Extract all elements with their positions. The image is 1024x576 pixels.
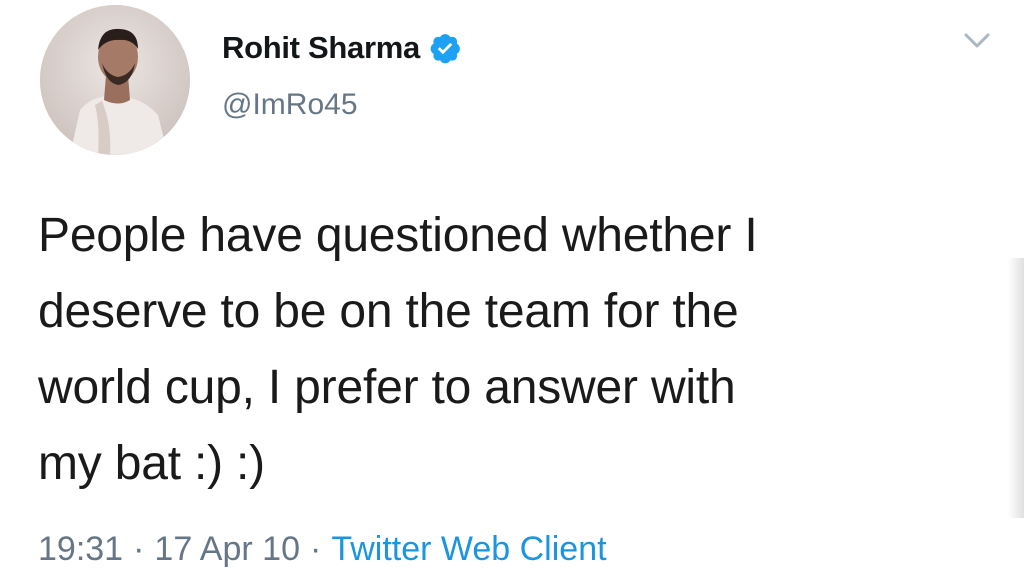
tweet-date[interactable]: 17 Apr 10	[154, 530, 300, 569]
meta-separator: ·	[133, 530, 145, 568]
verified-badge-icon	[428, 31, 462, 65]
tweet-time[interactable]: 19:31	[38, 530, 123, 569]
meta-separator: ·	[309, 530, 322, 568]
tweet-text-line: People have questioned whether I	[38, 209, 758, 262]
user-handle[interactable]: @ImRo45	[222, 88, 358, 122]
author-name-row[interactable]: Rohit Sharma	[222, 26, 462, 70]
avatar[interactable]	[40, 5, 190, 155]
chevron-down-icon[interactable]	[962, 30, 992, 52]
edge-shadow	[1008, 258, 1024, 518]
tweet-text-line: deserve to be on the team for the	[38, 285, 739, 338]
tweet-client-link[interactable]: Twitter Web Client	[331, 530, 606, 569]
tweet-meta: 19:31 · 17 Apr 10 · Twitter Web Client	[38, 530, 607, 569]
tweet-card: Rohit Sharma @ImRo45 People have questio…	[0, 0, 1024, 576]
tweet-text: People have questioned whether I deserve…	[38, 198, 978, 502]
tweet-text-line: my bat :) :)	[38, 437, 265, 490]
display-name[interactable]: Rohit Sharma	[222, 30, 420, 66]
tweet-text-line: world cup, I prefer to answer with	[38, 361, 736, 414]
